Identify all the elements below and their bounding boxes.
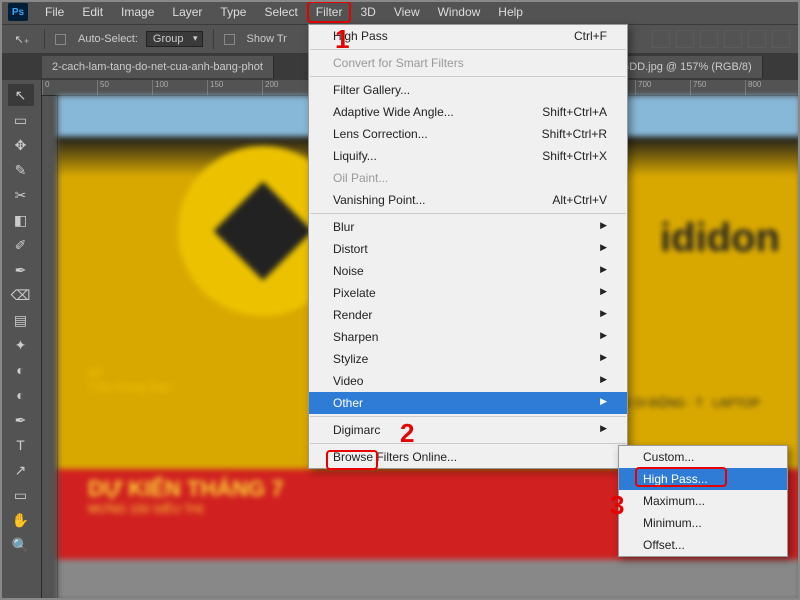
menu-edit[interactable]: Edit <box>73 1 112 23</box>
hand-tool[interactable]: ✋ <box>8 509 34 531</box>
filter-render[interactable]: Render▶ <box>309 304 627 326</box>
move-tool[interactable]: ↖ <box>8 84 34 106</box>
type-tool[interactable]: T <box>8 434 34 456</box>
filter-noise[interactable]: Noise▶ <box>309 260 627 282</box>
submenu-arrow-icon: ▶ <box>600 396 607 410</box>
align-icon[interactable] <box>724 30 742 48</box>
menu-help[interactable]: Help <box>489 1 532 23</box>
filter-menu: High PassCtrl+F Convert for Smart Filter… <box>308 24 628 469</box>
filter-stylize[interactable]: Stylize▶ <box>309 348 627 370</box>
other-custom[interactable]: Custom... <box>619 446 787 468</box>
dodge-tool[interactable]: ◐ <box>8 384 34 406</box>
shape-tool[interactable]: ▭ <box>8 484 34 506</box>
eraser-tool[interactable]: ✦ <box>8 334 34 356</box>
pen-tool[interactable]: ✒ <box>8 409 34 431</box>
menu-image[interactable]: Image <box>112 1 163 23</box>
canvas-banner: DỰ KIẾN THÁNG 7MỪNG 150 SIÊU THỊ <box>88 476 284 516</box>
canvas-addr: 80Trần Hưng Đạo <box>88 366 171 394</box>
move-tool-icon: ↖₊ <box>10 29 34 49</box>
show-transform-label: Show Tr <box>247 33 287 45</box>
filter-adaptive-wide-angle[interactable]: Adaptive Wide Angle...Shift+Ctrl+A <box>309 101 627 123</box>
menu-file[interactable]: File <box>36 1 73 23</box>
menu-window[interactable]: Window <box>429 1 490 23</box>
submenu-arrow-icon: ▶ <box>600 286 607 300</box>
menu-type[interactable]: Type <box>211 1 255 23</box>
submenu-arrow-icon: ▶ <box>600 330 607 344</box>
annotation-2: 2 <box>400 418 414 449</box>
toolbox: ↖ ▭ ✥ ✎ ✂ ◧ ✐ ✒ ⌫ ▤ ✦ ◐ ◐ ✒ T ↗ ▭ ✋ 🔍 <box>0 80 42 600</box>
filter-pixelate[interactable]: Pixelate▶ <box>309 282 627 304</box>
heal-tool[interactable]: ✐ <box>8 234 34 256</box>
eyedropper-tool[interactable]: ◧ <box>8 209 34 231</box>
stamp-tool[interactable]: ⌫ <box>8 284 34 306</box>
align-icon[interactable] <box>700 30 718 48</box>
vertical-ruler <box>42 96 58 600</box>
marquee-tool[interactable]: ▭ <box>8 109 34 131</box>
filter-gallery[interactable]: Filter Gallery... <box>309 79 627 101</box>
other-offset[interactable]: Offset... <box>619 534 787 556</box>
align-icon[interactable] <box>676 30 694 48</box>
menu-select[interactable]: Select <box>255 1 306 23</box>
menu-layer[interactable]: Layer <box>163 1 211 23</box>
submenu-arrow-icon: ▶ <box>600 374 607 388</box>
align-icon[interactable] <box>652 30 670 48</box>
submenu-arrow-icon: ▶ <box>600 423 607 437</box>
menu-view[interactable]: View <box>385 1 429 23</box>
submenu-arrow-icon: ▶ <box>600 220 607 234</box>
menubar: Ps File Edit Image Layer Type Select Fil… <box>0 0 800 24</box>
menu-filter[interactable]: Filter <box>307 1 352 23</box>
path-tool[interactable]: ↗ <box>8 459 34 481</box>
gradient-tool[interactable]: ◐ <box>8 359 34 381</box>
filter-lens-correction[interactable]: Lens Correction...Shift+Ctrl+R <box>309 123 627 145</box>
filter-browse-online[interactable]: Browse Filters Online... <box>309 446 627 468</box>
wand-tool[interactable]: ✎ <box>8 159 34 181</box>
filter-convert-smart: Convert for Smart Filters <box>309 52 627 74</box>
submenu-arrow-icon: ▶ <box>600 264 607 278</box>
auto-select-dropdown[interactable]: Group <box>146 31 203 47</box>
filter-liquify[interactable]: Liquify...Shift+Ctrl+X <box>309 145 627 167</box>
filter-last-used[interactable]: High PassCtrl+F <box>309 25 627 47</box>
photoshop-logo-icon: Ps <box>8 3 28 21</box>
filter-other[interactable]: Other▶ <box>309 392 627 414</box>
other-maximum[interactable]: Maximum... <box>619 490 787 512</box>
align-icon[interactable] <box>772 30 790 48</box>
filter-vanishing-point[interactable]: Vanishing Point...Alt+Ctrl+V <box>309 189 627 211</box>
document-tab[interactable]: 2-cach-lam-tang-do-net-cua-anh-bang-phot <box>42 56 274 78</box>
auto-select-checkbox[interactable] <box>55 34 66 45</box>
filter-other-submenu: Custom... High Pass... Maximum... Minimu… <box>618 445 788 557</box>
submenu-arrow-icon: ▶ <box>600 352 607 366</box>
lasso-tool[interactable]: ✥ <box>8 134 34 156</box>
filter-sharpen[interactable]: Sharpen▶ <box>309 326 627 348</box>
history-brush-tool[interactable]: ▤ <box>8 309 34 331</box>
other-high-pass[interactable]: High Pass... <box>619 468 787 490</box>
show-transform-checkbox[interactable] <box>224 34 235 45</box>
annotation-1: 1 <box>335 24 349 55</box>
submenu-arrow-icon: ▶ <box>600 242 607 256</box>
canvas-brand-text: ididon <box>660 216 780 261</box>
annotation-3: 3 <box>610 490 624 521</box>
align-icons-group <box>652 30 790 48</box>
auto-select-label: Auto-Select: <box>78 33 138 45</box>
menu-3d[interactable]: 3D <box>351 1 384 23</box>
filter-video[interactable]: Video▶ <box>309 370 627 392</box>
zoom-tool[interactable]: 🔍 <box>8 534 34 556</box>
filter-blur[interactable]: Blur▶ <box>309 216 627 238</box>
brush-tool[interactable]: ✒ <box>8 259 34 281</box>
other-minimum[interactable]: Minimum... <box>619 512 787 534</box>
filter-distort[interactable]: Distort▶ <box>309 238 627 260</box>
submenu-arrow-icon: ▶ <box>600 308 607 322</box>
align-icon[interactable] <box>748 30 766 48</box>
filter-digimarc[interactable]: Digimarc▶ <box>309 419 627 441</box>
filter-oil-paint: Oil Paint... <box>309 167 627 189</box>
crop-tool[interactable]: ✂ <box>8 184 34 206</box>
